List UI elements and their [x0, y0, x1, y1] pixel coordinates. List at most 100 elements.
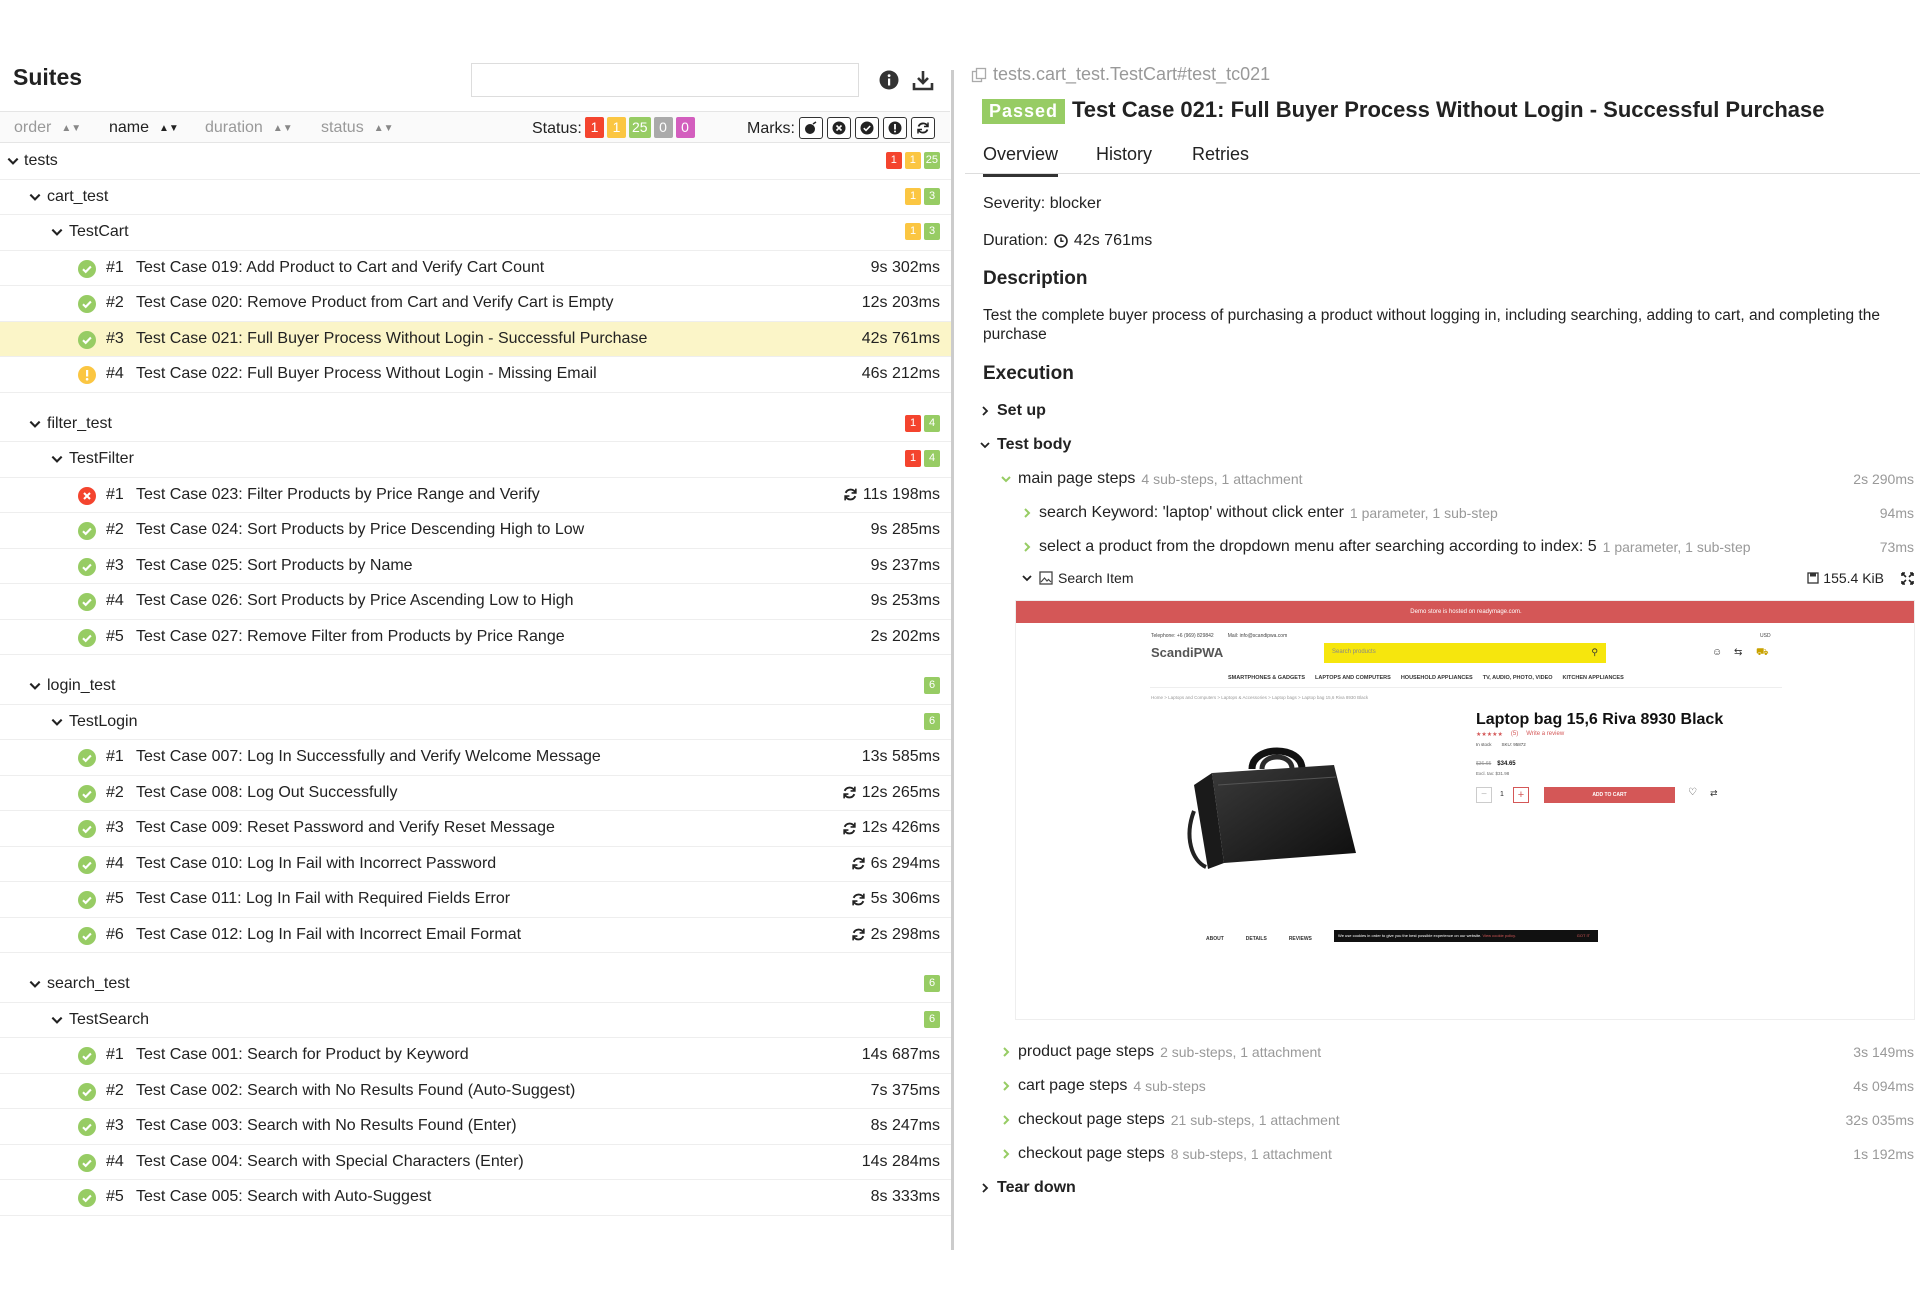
test-row[interactable]: #2 Test Case 002: Search with No Results…: [0, 1074, 952, 1109]
description-text: Test the complete buyer process of purch…: [983, 307, 1880, 343]
test-row[interactable]: #1 Test Case 001: Search for Product by …: [0, 1038, 952, 1074]
test-title: Test Case 007: Log In Successfully and V…: [136, 748, 601, 765]
demo-banner: Demo store is hosted on readymage.com.: [1016, 601, 1914, 623]
passed-status-icon: [78, 855, 96, 874]
test-row[interactable]: #3 Test Case 025: Sort Products by Name …: [0, 549, 952, 584]
duration: Duration: 42s 761ms: [983, 232, 1152, 250]
test-duration: 12s 203ms: [861, 294, 940, 311]
new-passed-mark-icon[interactable]: [855, 117, 879, 139]
tree-suite-cart_test[interactable]: cart_test 13: [0, 180, 952, 215]
status-filter-skipped[interactable]: 0: [653, 117, 673, 138]
test-row[interactable]: #4 Test Case 026: Sort Products by Price…: [0, 584, 952, 620]
sort-duration[interactable]: duration ▲▼: [205, 119, 293, 137]
flaky-mark-icon[interactable]: [799, 117, 823, 139]
retry-icon: [851, 857, 865, 870]
failed-status-icon: [78, 486, 96, 505]
suites-title: Suites: [13, 64, 83, 90]
tree-suite-filter_test[interactable]: filter_test 14: [0, 407, 952, 442]
copy-icon[interactable]: [971, 67, 987, 83]
passed-status-icon: [78, 1047, 96, 1065]
status-filter-broken[interactable]: 1: [607, 117, 626, 138]
test-body-step[interactable]: Test body: [979, 436, 1920, 454]
expand-icon[interactable]: [1901, 571, 1914, 585]
status-filter-passed[interactable]: 25: [629, 117, 651, 138]
test-row[interactable]: #2 Test Case 020: Remove Product from Ca…: [0, 286, 952, 322]
tree-class-TestCart[interactable]: TestCart 13: [0, 215, 952, 251]
breadcrumb[interactable]: tests.cart_test.TestCart#test_tc021: [971, 64, 1270, 85]
step-checkout-page-steps[interactable]: checkout page steps 8 sub-steps, 1 attac…: [1000, 1145, 1918, 1163]
tree-class-TestSearch[interactable]: TestSearch 6: [0, 1003, 952, 1038]
search-input[interactable]: [471, 63, 859, 97]
count-badge: 1: [905, 187, 921, 205]
main-page-steps[interactable]: main page steps 4 sub-steps, 1 attachment…: [1000, 470, 1918, 488]
step-name: product page steps: [1018, 1043, 1155, 1060]
test-row[interactable]: #4 Test Case 010: Log In Fail with Incor…: [0, 847, 952, 882]
info-icon[interactable]: [875, 66, 903, 94]
tree-root-tests[interactable]: tests 1 1 25: [0, 144, 952, 180]
step-product-page-steps[interactable]: product page steps 2 sub-steps, 1 attach…: [1000, 1043, 1918, 1061]
attachment-search-item[interactable]: Search Item 155.4 KiB: [1021, 570, 1918, 586]
test-duration: 2s 298ms: [851, 926, 940, 944]
test-duration: 9s 237ms: [870, 556, 940, 574]
image-icon: [1039, 571, 1053, 585]
test-number: #2: [106, 521, 124, 538]
group-badges: 6: [924, 1010, 940, 1028]
test-title: Test Case 009: Reset Password and Verify…: [136, 819, 555, 836]
step-name: checkout page steps: [1018, 1111, 1165, 1128]
passed-status-icon: [78, 891, 96, 909]
test-row[interactable]: #3 Test Case 009: Reset Password and Ver…: [0, 811, 952, 847]
tree-suite-search_test[interactable]: search_test 6: [0, 967, 952, 1003]
test-row[interactable]: #4 Test Case 022: Full Buyer Process Wit…: [0, 357, 952, 393]
tree-class-TestLogin[interactable]: TestLogin 6: [0, 705, 952, 740]
step-cart-page-steps[interactable]: cart page steps 4 sub-steps 4s 094ms: [1000, 1077, 1918, 1095]
status-filter-failed[interactable]: 1: [585, 117, 604, 138]
download-icon[interactable]: [909, 66, 937, 94]
sort-status[interactable]: status ▲▼: [321, 119, 393, 137]
step-checkout-page-steps[interactable]: checkout page steps 21 sub-steps, 1 atta…: [1000, 1111, 1918, 1129]
test-row[interactable]: #1 Test Case 023: Filter Products by Pri…: [0, 478, 952, 513]
test-row[interactable]: #4 Test Case 004: Search with Special Ch…: [0, 1145, 952, 1180]
tree-suite-login_test[interactable]: login_test 6: [0, 669, 952, 705]
teardown-step[interactable]: Tear down: [979, 1179, 1920, 1197]
test-title: Test Case 022: Full Buyer Process Withou…: [136, 365, 597, 382]
sub-step-search-keyword[interactable]: search Keyword: 'laptop' without click e…: [1021, 504, 1918, 522]
passed-status-icon: [78, 522, 96, 540]
sort-name[interactable]: name ▲▼: [109, 119, 179, 137]
retry-icon: [851, 893, 865, 905]
test-row[interactable]: #2 Test Case 024: Sort Products by Price…: [0, 513, 952, 549]
tab-overview[interactable]: Overview: [983, 144, 1059, 177]
test-row[interactable]: #2 Test Case 008: Log Out Successfully 1…: [0, 776, 952, 811]
sub-step-select-product[interactable]: select a product from the dropdown menu …: [1021, 538, 1918, 556]
retries-mark-icon[interactable]: [911, 117, 935, 139]
group-name: TestCart: [69, 223, 129, 240]
test-row[interactable]: #3 Test Case 021: Full Buyer Process Wit…: [0, 321, 952, 357]
pane-splitter[interactable]: [951, 70, 954, 1250]
count-badge: 1: [904, 152, 921, 169]
test-row[interactable]: #6 Test Case 012: Log In Fail with Incor…: [0, 918, 952, 953]
test-row[interactable]: #1 Test Case 007: Log In Successfully an…: [0, 740, 952, 776]
test-title: Test Case 024: Sort Products by Price De…: [136, 521, 585, 538]
setup-step[interactable]: Set up: [979, 402, 1920, 420]
test-number: #5: [106, 627, 124, 645]
test-duration: 9s 302ms: [870, 258, 940, 276]
tab-history[interactable]: History: [1096, 144, 1152, 174]
retry-icon: [843, 822, 856, 834]
test-row[interactable]: #5 Test Case 005: Search with Auto-Sugge…: [0, 1180, 952, 1216]
attachment-screenshot[interactable]: Demo store is hosted on readymage.com. T…: [1015, 600, 1915, 1020]
test-row[interactable]: #3 Test Case 003: Search with No Results…: [0, 1109, 952, 1145]
tree-class-TestFilter[interactable]: TestFilter 14: [0, 442, 952, 478]
passed-status-icon: [78, 1082, 96, 1101]
group-name: search_test: [47, 975, 130, 992]
tab-retries[interactable]: Retries: [1192, 144, 1249, 174]
status-filter-unknown[interactable]: 0: [675, 117, 695, 138]
test-row[interactable]: #5 Test Case 011: Log In Fail with Requi…: [0, 882, 952, 918]
new-failed-mark-icon[interactable]: [827, 117, 851, 139]
sort-order[interactable]: order ▲▼: [14, 119, 81, 137]
new-broken-mark-icon[interactable]: [883, 117, 907, 139]
count-badge: 1: [905, 223, 921, 240]
contact-line: Telephone: +6 (969) 829842 Mail: info@sca…: [1151, 633, 1288, 639]
count-badge: 1: [905, 414, 921, 432]
test-title: Test Case 012: Log In Fail with Incorrec…: [136, 925, 522, 943]
test-row[interactable]: #1 Test Case 019: Add Product to Cart an…: [0, 251, 952, 286]
test-row[interactable]: #5 Test Case 027: Remove Filter from Pro…: [0, 620, 952, 655]
